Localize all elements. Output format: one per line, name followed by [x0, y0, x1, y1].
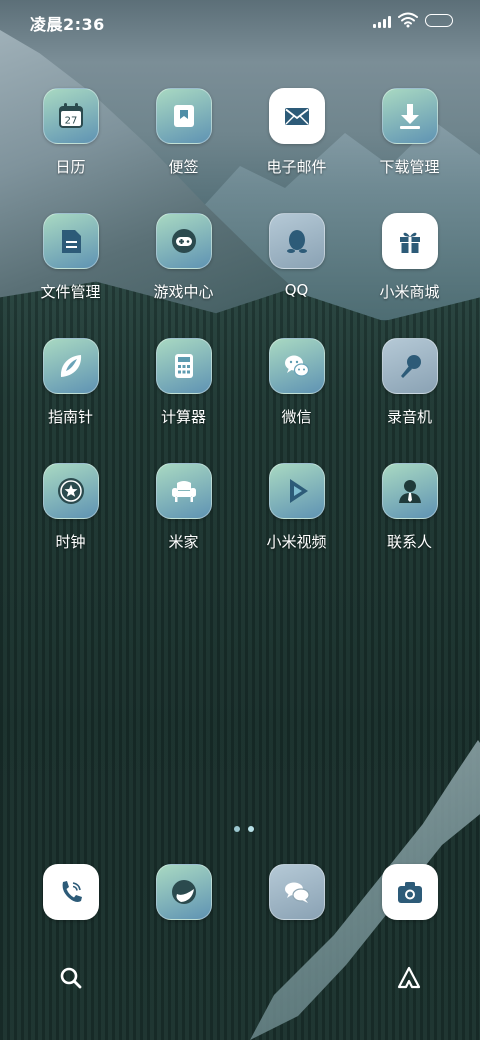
app-label: 联系人 — [386, 533, 432, 551]
app-label: 计算器 — [160, 408, 206, 426]
app-downloads[interactable]: 下载管理 — [353, 88, 466, 213]
app-qq[interactable]: QQ — [240, 213, 353, 338]
app-wechat[interactable]: 微信 — [240, 338, 353, 463]
contact-person-icon — [381, 463, 438, 519]
app-label: 小米商城 — [379, 283, 440, 301]
app-label: 微信 — [281, 408, 312, 426]
app-file-manager[interactable]: 文件管理 — [14, 213, 127, 338]
app-label: 下载管理 — [379, 158, 440, 176]
app-calendar[interactable]: 27 日历 — [14, 88, 127, 213]
app-label: 日历 — [55, 158, 86, 176]
app-notes[interactable]: 便签 — [127, 88, 240, 213]
compass-icon — [42, 338, 99, 394]
video-play-icon — [268, 463, 325, 519]
app-label: 电子邮件 — [266, 158, 327, 176]
gamepad-icon — [155, 213, 212, 269]
notes-icon — [155, 88, 212, 144]
app-mi-store[interactable]: 小米商城 — [353, 213, 466, 338]
qq-penguin-icon — [268, 213, 325, 269]
status-time: 凌晨2:36 — [30, 15, 105, 34]
dock-phone[interactable] — [14, 864, 127, 920]
dock-messages[interactable] — [240, 864, 353, 920]
mail-icon — [268, 88, 325, 144]
armchair-icon — [155, 463, 212, 519]
dock — [14, 864, 466, 920]
page-indicator — [234, 826, 254, 832]
app-grid: 27 日历 便签 电子邮件 下载管理 文件管理 游戏中心 QQ 小米商城 指南针… — [14, 88, 466, 588]
status-bar: 凌晨2:36 — [0, 0, 480, 42]
app-row: 指南针 计算器 微信 录音机 — [14, 338, 466, 463]
app-email[interactable]: 电子邮件 — [240, 88, 353, 213]
page-dot[interactable] — [234, 826, 240, 832]
chat-bubbles-icon — [268, 864, 325, 920]
app-label: 小米视频 — [266, 533, 327, 551]
app-row: 27 日历 便签 电子邮件 下载管理 — [14, 88, 466, 213]
phone-icon — [42, 864, 99, 920]
search-icon[interactable] — [58, 965, 84, 991]
dock-browser[interactable] — [127, 864, 240, 920]
camera-icon — [381, 864, 438, 920]
battery-icon — [425, 14, 453, 27]
microphone-icon — [381, 338, 438, 394]
app-row: 文件管理 游戏中心 QQ 小米商城 — [14, 213, 466, 338]
download-icon — [381, 88, 438, 144]
app-contacts[interactable]: 联系人 — [353, 463, 466, 588]
app-label: 文件管理 — [40, 283, 101, 301]
wechat-icon — [268, 338, 325, 394]
file-manager-icon — [42, 213, 99, 269]
assistant-icon[interactable] — [395, 964, 423, 992]
app-mijia[interactable]: 米家 — [127, 463, 240, 588]
app-label: QQ — [284, 281, 309, 299]
gift-box-icon — [381, 213, 438, 269]
dock-camera[interactable] — [353, 864, 466, 920]
page-dot-current[interactable] — [248, 826, 254, 832]
app-label: 时钟 — [55, 533, 86, 551]
app-game-center[interactable]: 游戏中心 — [127, 213, 240, 338]
calendar-icon: 27 — [42, 88, 99, 144]
app-clock[interactable]: 时钟 — [14, 463, 127, 588]
app-compass[interactable]: 指南针 — [14, 338, 127, 463]
calendar-day-number: 27 — [64, 116, 77, 127]
app-calculator[interactable]: 计算器 — [127, 338, 240, 463]
app-recorder[interactable]: 录音机 — [353, 338, 466, 463]
app-mi-video[interactable]: 小米视频 — [240, 463, 353, 588]
app-label: 录音机 — [386, 408, 432, 426]
browser-globe-icon — [155, 864, 212, 920]
signal-icon — [373, 14, 393, 28]
app-label: 米家 — [168, 533, 199, 551]
app-label: 指南针 — [47, 408, 93, 426]
clock-star-icon — [42, 463, 99, 519]
app-label: 便签 — [168, 158, 199, 176]
app-row: 时钟 米家 小米视频 联系人 — [14, 463, 466, 588]
app-label: 游戏中心 — [153, 283, 214, 301]
wifi-icon — [398, 12, 418, 28]
calculator-icon — [155, 338, 212, 394]
